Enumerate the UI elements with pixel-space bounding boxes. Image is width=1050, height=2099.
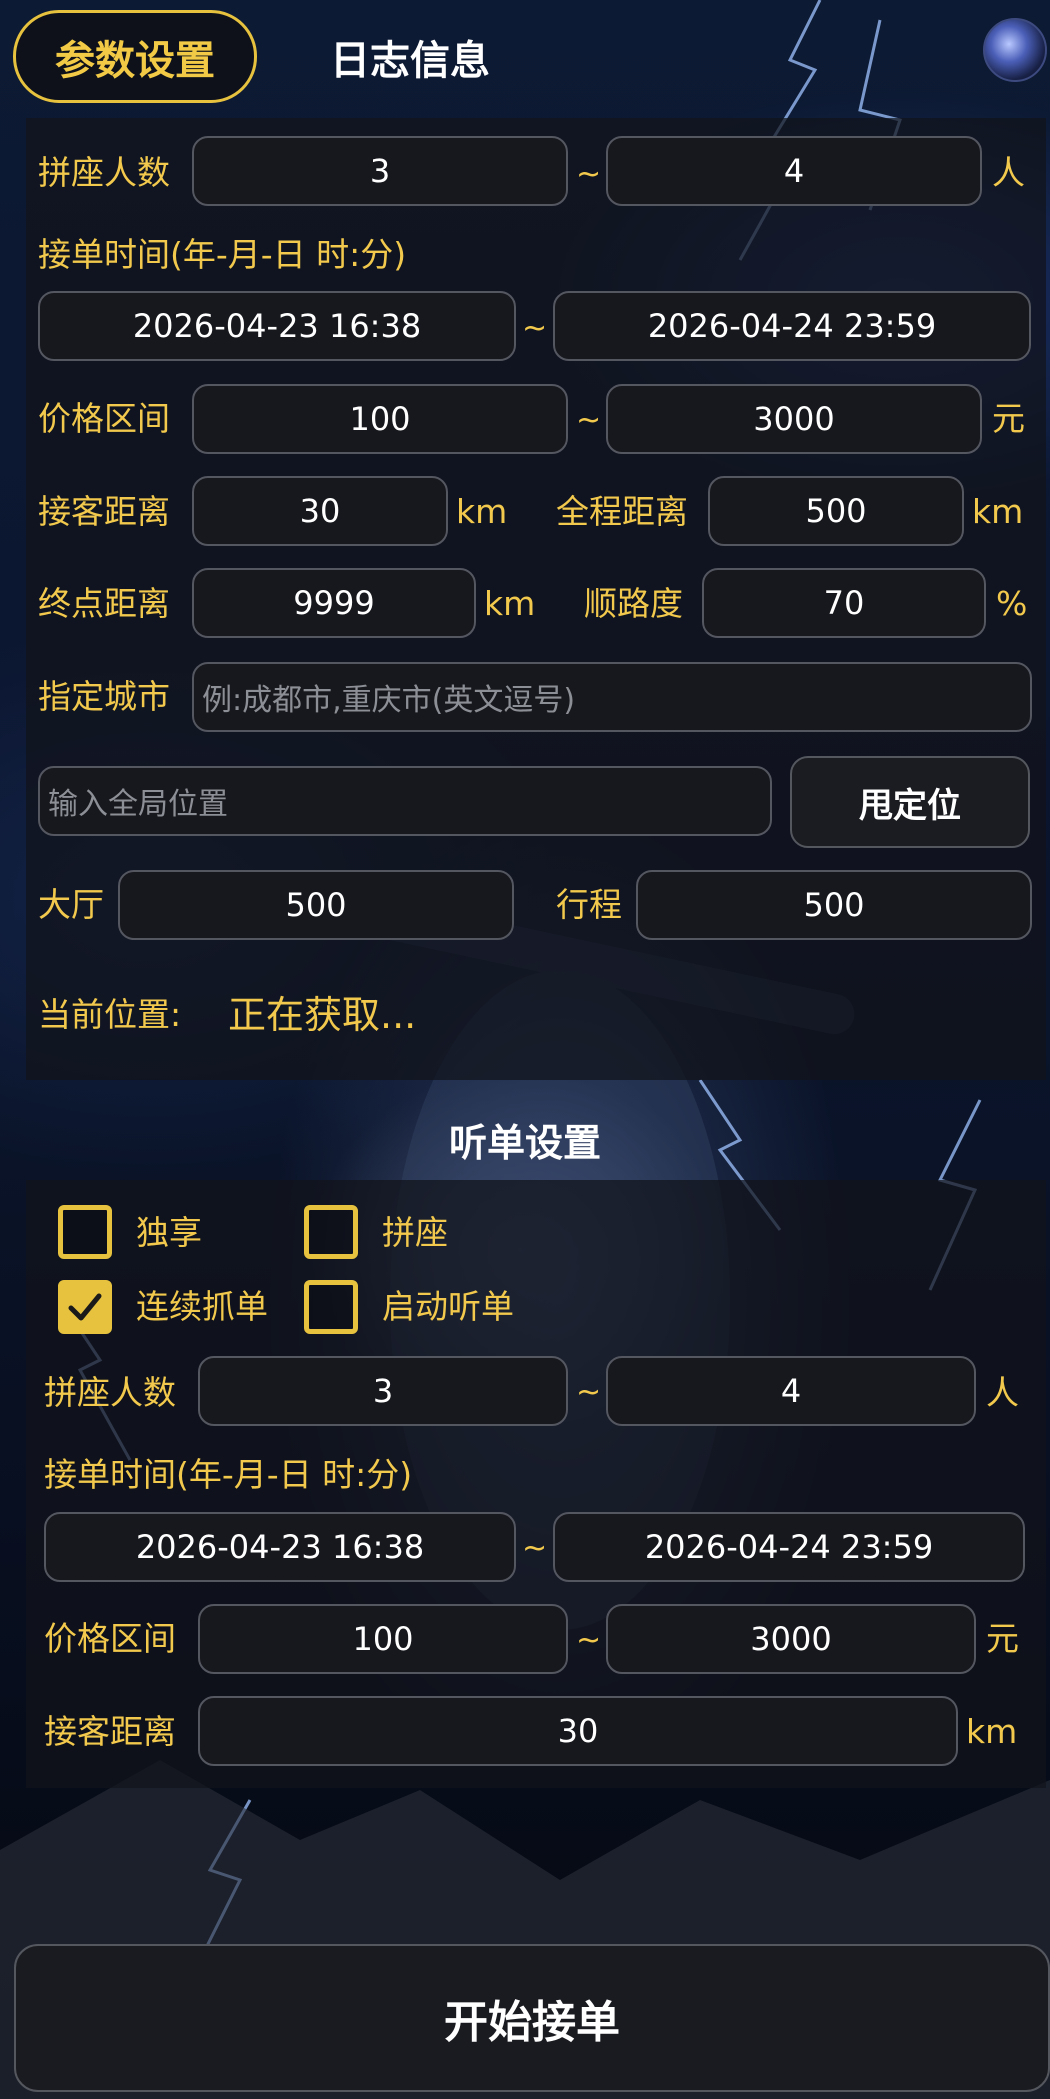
city-input[interactable]: 例:成都市,重庆市(英文逗号) [192, 662, 1032, 732]
tilde: ~ [522, 311, 548, 346]
avatar-icon[interactable] [983, 18, 1047, 82]
route-input[interactable]: 70 [702, 568, 986, 638]
hall-input[interactable]: 500 [118, 870, 514, 940]
hall-label: 大厅 [38, 885, 104, 924]
checkbox-carpool[interactable] [304, 1205, 358, 1259]
dest-unit: km [484, 584, 536, 623]
pickup-input[interactable]: 30 [192, 476, 448, 546]
checkbox-carpool-label: 拼座 [382, 1213, 448, 1252]
tilde: ~ [576, 1623, 602, 1658]
listen-time-label: 接单时间(年-月-日 时:分) [44, 1455, 413, 1494]
listen-pickup-unit: km [966, 1712, 1018, 1751]
time-label: 接单时间(年-月-日 时:分) [38, 235, 407, 274]
listen-price-min-input[interactable]: 100 [198, 1604, 568, 1674]
location-input[interactable]: 输入全局位置 [38, 766, 772, 836]
locate-button[interactable]: 甩定位 [790, 756, 1030, 848]
pickup-unit: km [456, 492, 508, 531]
checkmark-icon [68, 1293, 102, 1321]
listen-seats-unit: 人 [986, 1373, 1019, 1412]
tilde: ~ [522, 1531, 548, 1566]
tab-bar: 参数设置 日志信息 [0, 0, 1050, 118]
price-max-input[interactable]: 3000 [606, 384, 982, 454]
time-end-input[interactable]: 2026-04-24 23:59 [553, 291, 1031, 361]
checkbox-continuous[interactable] [58, 1280, 112, 1334]
listen-pickup-input[interactable]: 30 [198, 1696, 958, 1766]
listen-price-max-input[interactable]: 3000 [606, 1604, 976, 1674]
route-label: 顺路度 [584, 584, 683, 623]
pickup-label: 接客距离 [38, 492, 170, 531]
tab-params[interactable]: 参数设置 [13, 10, 257, 103]
listen-seats-max-input[interactable]: 4 [606, 1356, 976, 1426]
total-input[interactable]: 500 [708, 476, 964, 546]
tab-log[interactable]: 日志信息 [300, 10, 520, 103]
listen-price-label: 价格区间 [44, 1619, 176, 1658]
trip-label: 行程 [556, 885, 622, 924]
city-label: 指定城市 [38, 677, 170, 716]
listen-settings-title: 听单设置 [448, 1121, 601, 1165]
seats-label: 拼座人数 [38, 153, 170, 192]
price-label: 价格区间 [38, 399, 170, 438]
route-unit: % [996, 584, 1028, 623]
price-min-input[interactable]: 100 [192, 384, 568, 454]
time-start-input[interactable]: 2026-04-23 16:38 [38, 291, 516, 361]
checkbox-start-listen[interactable] [304, 1280, 358, 1334]
tilde: ~ [576, 403, 602, 438]
checkbox-continuous-label: 连续抓单 [136, 1287, 268, 1326]
total-unit: km [972, 492, 1024, 531]
seats-max-input[interactable]: 4 [606, 136, 982, 206]
current-location-value: 正在获取... [228, 993, 417, 1037]
total-label: 全程距离 [556, 492, 688, 531]
listen-seats-label: 拼座人数 [44, 1373, 176, 1412]
seats-unit: 人 [992, 153, 1025, 192]
tilde: ~ [576, 1375, 602, 1410]
tilde: ~ [576, 157, 602, 192]
listen-seats-min-input[interactable]: 3 [198, 1356, 568, 1426]
trip-input[interactable]: 500 [636, 870, 1032, 940]
dest-input[interactable]: 9999 [192, 568, 476, 638]
start-accepting-button[interactable]: 开始接单 [14, 1944, 1050, 2092]
dest-label: 终点距离 [38, 584, 170, 623]
seats-min-input[interactable]: 3 [192, 136, 568, 206]
checkbox-exclusive-label: 独享 [136, 1213, 202, 1252]
price-unit: 元 [992, 399, 1025, 438]
current-location-label: 当前位置: [38, 995, 182, 1034]
listen-price-unit: 元 [986, 1619, 1019, 1658]
listen-time-end-input[interactable]: 2026-04-24 23:59 [553, 1512, 1025, 1582]
listen-pickup-label: 接客距离 [44, 1712, 176, 1751]
checkbox-start-listen-label: 启动听单 [382, 1287, 514, 1326]
checkbox-exclusive[interactable] [58, 1205, 112, 1259]
listen-time-start-input[interactable]: 2026-04-23 16:38 [44, 1512, 516, 1582]
